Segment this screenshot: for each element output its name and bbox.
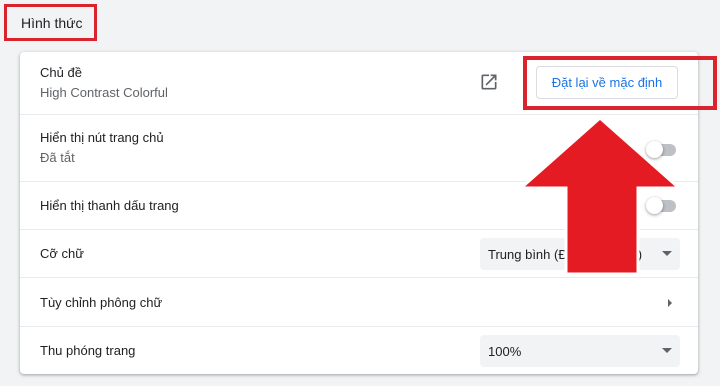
dropdown-caret-icon <box>662 348 672 353</box>
bookmarks-bar-label: Hiển thị thanh dấu trang <box>40 198 179 213</box>
customize-fonts-label: Tùy chỉnh phông chữ <box>40 295 163 310</box>
theme-value: High Contrast Colorful <box>40 85 168 100</box>
theme-label: Chủ đề <box>40 65 82 80</box>
home-button-label: Hiển thị nút trang chủ <box>40 130 164 145</box>
page-zoom-row: Thu phóng trang 100% <box>20 326 698 374</box>
section-title-text: Hình thức <box>21 14 83 31</box>
page-zoom-selected: 100% <box>488 343 522 359</box>
home-button-status: Đã tắt <box>40 150 75 165</box>
page-zoom-select[interactable]: 100% <box>480 335 680 367</box>
customize-fonts-row[interactable]: Tùy chỉnh phông chữ <box>20 277 698 326</box>
theme-row: Chủ đề High Contrast Colorful Đặt lại về… <box>20 52 717 114</box>
font-size-label: Cỡ chữ <box>40 246 84 261</box>
page-zoom-label: Thu phóng trang <box>40 343 136 358</box>
reset-button-highlight-box <box>523 56 717 110</box>
chevron-right-icon <box>668 299 672 307</box>
up-arrow-annotation <box>519 116 681 276</box>
open-in-new-icon[interactable] <box>479 72 499 92</box>
section-title: Hình thức <box>4 4 97 41</box>
